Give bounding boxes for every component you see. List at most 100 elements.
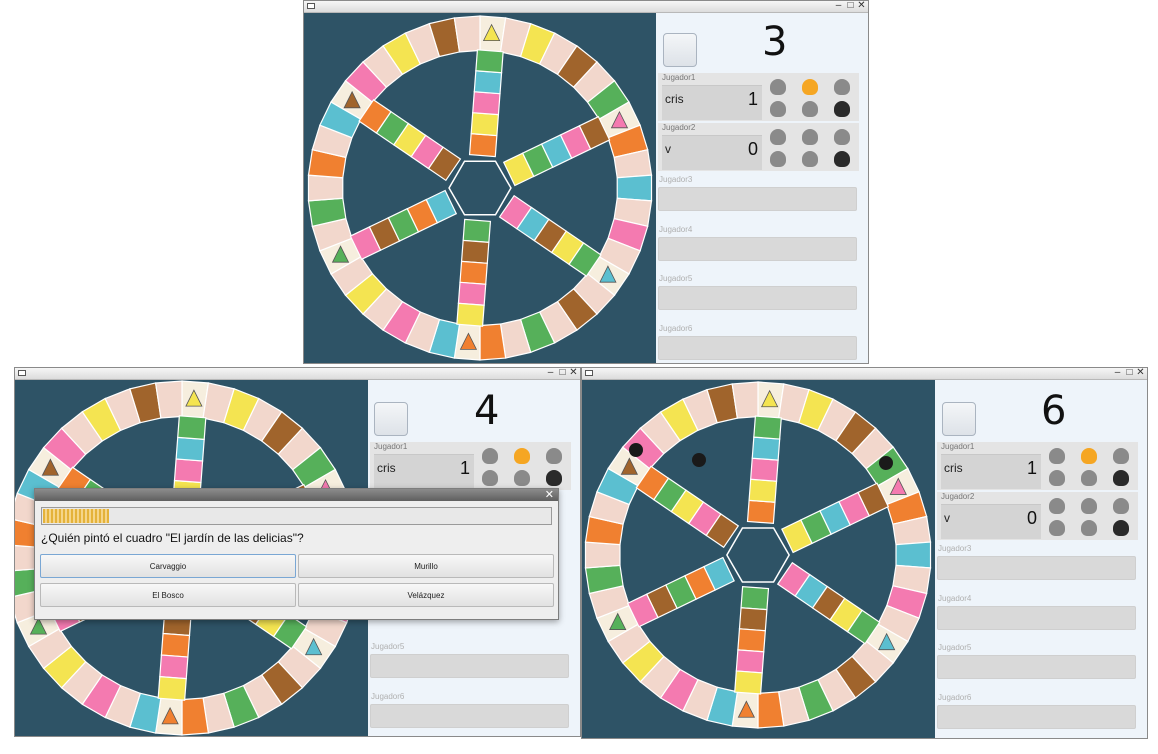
spoke-space[interactable] — [160, 632, 191, 658]
player-slot[interactable]: Jugador3 — [656, 175, 859, 211]
ring-space[interactable] — [584, 541, 621, 569]
spoke-space[interactable] — [460, 239, 490, 264]
answer-button[interactable]: Murillo — [298, 554, 554, 578]
spoke-space[interactable] — [475, 49, 504, 74]
player-score: 0 — [1026, 508, 1037, 528]
spoke-space[interactable] — [737, 628, 766, 653]
maximize-icon[interactable]: □ — [1124, 368, 1135, 379]
spoke-space[interactable] — [746, 499, 776, 525]
spoke-space[interactable] — [159, 654, 189, 680]
player-card: Jugador2 v 0 — [937, 492, 1138, 540]
ring-space[interactable] — [731, 381, 759, 419]
game-window-bottom-right: – □ ✕ 6 Jugador1 cris 1 Jugador2 v 0 Jug… — [581, 367, 1148, 739]
spoke-space[interactable] — [456, 302, 485, 327]
spoke-space[interactable] — [753, 415, 782, 440]
player-slot[interactable]: Jugador5 — [935, 643, 1138, 679]
trivial-board[interactable] — [304, 13, 656, 363]
spoke-space[interactable] — [473, 70, 503, 95]
ring-space[interactable] — [181, 697, 210, 736]
category-wedge-icon — [834, 79, 850, 95]
player-slot[interactable]: Jugador5 — [656, 274, 859, 310]
spoke-space[interactable] — [459, 260, 488, 285]
slot-box — [937, 705, 1136, 729]
player-slot[interactable]: Jugador4 — [656, 225, 859, 261]
spoke-space[interactable] — [468, 133, 498, 158]
player-name: v — [944, 511, 950, 525]
spoke-space[interactable] — [177, 415, 207, 441]
ring-space[interactable] — [154, 380, 183, 419]
player-score: 1 — [459, 458, 470, 478]
roll-dice-button[interactable] — [663, 33, 697, 67]
roll-dice-button[interactable] — [942, 402, 976, 436]
center-hub[interactable] — [448, 160, 512, 216]
player-slot[interactable]: Jugador4 — [935, 594, 1138, 630]
spoke-space[interactable] — [735, 649, 765, 674]
center-hub[interactable] — [725, 527, 791, 583]
player-slot[interactable]: Jugador6 — [368, 692, 571, 728]
ring-space[interactable] — [895, 541, 932, 569]
spoke-space[interactable] — [738, 607, 768, 632]
slot-label: Jugador6 — [371, 692, 405, 701]
slot-label: Jugador5 — [659, 274, 693, 283]
category-wedge-icon — [1081, 520, 1097, 536]
close-icon[interactable]: ✕ — [545, 489, 554, 501]
spoke-space[interactable] — [748, 478, 778, 503]
category-wedge-icon — [834, 101, 850, 117]
spoke-space[interactable] — [175, 436, 205, 462]
minimize-icon[interactable]: – — [1112, 368, 1123, 379]
slot-label: Jugador4 — [659, 225, 693, 234]
close-icon[interactable]: ✕ — [568, 368, 579, 379]
category-wedge-icon — [834, 151, 850, 167]
player-label: Jugador1 — [941, 442, 975, 451]
player-slot[interactable]: Jugador3 — [935, 544, 1138, 580]
ring-space[interactable] — [479, 323, 507, 361]
spoke-space[interactable] — [751, 436, 781, 461]
game-board — [582, 380, 935, 738]
player-token-icon[interactable] — [692, 453, 706, 467]
spoke-space[interactable] — [462, 218, 492, 243]
dice-value: 3 — [762, 19, 788, 65]
player-slot[interactable]: Jugador6 — [656, 324, 859, 360]
category-wedge-icon — [802, 79, 818, 95]
spoke-space[interactable] — [472, 91, 501, 116]
title-bar: – □ ✕ — [15, 368, 580, 380]
trivial-board[interactable] — [582, 380, 935, 738]
category-wedge-icon — [1081, 498, 1097, 514]
player-field: cris 1 — [941, 454, 1041, 489]
ring-space[interactable] — [453, 15, 481, 53]
category-wedge-icon — [1113, 520, 1129, 536]
close-icon[interactable]: ✕ — [1135, 368, 1146, 379]
close-icon[interactable]: ✕ — [856, 1, 867, 12]
category-wedge-icon — [770, 129, 786, 145]
category-wedge-icon — [546, 470, 562, 486]
player-token-icon[interactable] — [879, 456, 893, 470]
player-label: Jugador2 — [662, 123, 696, 132]
spoke-space[interactable] — [740, 585, 770, 611]
spoke-space[interactable] — [157, 675, 187, 701]
answer-button[interactable]: Carvaggio — [40, 554, 296, 578]
roll-dice-button[interactable] — [374, 402, 408, 436]
slot-label: Jugador3 — [938, 544, 972, 553]
spoke-space[interactable] — [457, 281, 487, 306]
answer-button[interactable]: El Bosco — [40, 583, 296, 607]
player-token-icon[interactable] — [629, 443, 643, 457]
title-bar: – □ ✕ — [582, 368, 1147, 380]
maximize-icon[interactable]: □ — [845, 1, 856, 12]
ring-space[interactable] — [307, 174, 344, 202]
player-field: v 0 — [941, 504, 1041, 539]
minimize-icon[interactable]: – — [833, 1, 844, 12]
ring-space[interactable] — [757, 691, 785, 729]
spoke-space[interactable] — [750, 457, 779, 482]
minimize-icon[interactable]: – — [545, 368, 556, 379]
spoke-space[interactable] — [173, 458, 204, 484]
player-slot[interactable]: Jugador6 — [935, 693, 1138, 729]
spoke-space[interactable] — [734, 670, 763, 695]
player-label: Jugador2 — [941, 492, 975, 501]
dice-value: 6 — [1041, 388, 1067, 434]
slot-box — [658, 237, 857, 261]
ring-space[interactable] — [616, 174, 653, 202]
player-slot[interactable]: Jugador5 — [368, 642, 571, 678]
maximize-icon[interactable]: □ — [557, 368, 568, 379]
spoke-space[interactable] — [470, 112, 500, 137]
answer-button[interactable]: Velázquez — [298, 583, 554, 607]
